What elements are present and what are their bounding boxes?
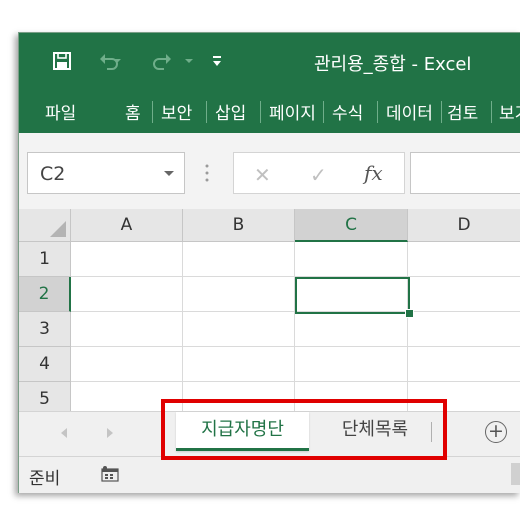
ribbon-separator — [323, 101, 324, 123]
ribbon-separator — [152, 101, 153, 123]
enter-icon[interactable]: ✓ — [310, 163, 327, 187]
cell-b2[interactable] — [183, 277, 295, 312]
add-sheet-icon[interactable]: + — [485, 421, 507, 443]
save-icon[interactable] — [53, 52, 71, 70]
name-box[interactable]: C2 — [27, 152, 185, 194]
column-header-b[interactable]: B — [183, 209, 295, 242]
row-header-4[interactable]: 4 — [19, 347, 71, 382]
row-header-3[interactable]: 3 — [19, 312, 71, 347]
cell-c1[interactable] — [295, 242, 408, 277]
normal-view-icon[interactable] — [511, 463, 520, 485]
tab-view[interactable]: 보기 — [499, 99, 520, 124]
formula-buttons: ✕ ✓ fx — [233, 152, 405, 194]
cell-a4[interactable] — [71, 347, 183, 382]
cell-d1[interactable] — [408, 242, 520, 277]
cell-a3[interactable] — [71, 312, 183, 347]
column-header-d[interactable]: D — [408, 209, 520, 242]
status-bar: 준비 — [19, 456, 520, 493]
drag-handle-icon[interactable] — [205, 163, 209, 183]
undo-dropdown-icon[interactable] — [113, 59, 121, 63]
tab-home[interactable]: 홈 — [125, 99, 141, 124]
cancel-icon[interactable]: ✕ — [254, 163, 271, 187]
cell-c3[interactable] — [295, 312, 408, 347]
fill-handle[interactable] — [405, 309, 414, 318]
redo-icon[interactable] — [152, 51, 172, 71]
tab-insert[interactable]: 삽입 — [215, 99, 246, 124]
sheet-next-icon[interactable] — [107, 428, 113, 438]
cell-b1[interactable] — [183, 242, 295, 277]
cell-d3[interactable] — [408, 312, 520, 347]
tab-page-layout[interactable]: 페이지 — [269, 99, 322, 124]
tab-file[interactable]: 파일 — [45, 99, 76, 124]
select-all-button[interactable] — [19, 209, 71, 242]
active-cell-c2[interactable] — [295, 277, 410, 314]
tab-formulas[interactable]: 수식 — [332, 99, 363, 124]
formula-input[interactable] — [410, 152, 520, 194]
cell-d4[interactable] — [408, 347, 520, 382]
column-header-a[interactable]: A — [71, 209, 183, 242]
tab-security[interactable]: 보안 — [161, 99, 192, 124]
ribbon-separator — [260, 101, 261, 123]
column-header-c[interactable]: C — [295, 209, 408, 242]
ribbon-separator — [377, 101, 378, 123]
tab-data[interactable]: 데이터 — [386, 99, 440, 124]
insert-function-icon[interactable]: fx — [364, 161, 383, 185]
cell-d2[interactable] — [408, 277, 520, 312]
cell-c4[interactable] — [295, 347, 408, 382]
row-header-2[interactable]: 2 — [19, 277, 71, 312]
status-text: 준비 — [29, 469, 61, 489]
sheet-prev-icon[interactable] — [61, 428, 67, 438]
macro-record-icon[interactable] — [101, 466, 119, 482]
cell-a1[interactable] — [71, 242, 183, 277]
cell-b3[interactable] — [183, 312, 295, 347]
ribbon-separator — [206, 101, 207, 123]
ribbon-separator — [491, 101, 492, 123]
select-all-icon — [50, 221, 66, 237]
row-header-1[interactable]: 1 — [19, 242, 71, 277]
window-title: 관리용_종합 - Excel — [314, 54, 472, 75]
sheet-tabs-highlight-box — [161, 399, 447, 460]
cell-a2[interactable] — [71, 277, 183, 312]
name-box-value: C2 — [40, 163, 66, 185]
tab-review[interactable]: 검토 — [447, 99, 478, 124]
formula-bar: C2 ✕ ✓ fx — [19, 133, 520, 209]
ribbon-tabs: 파일 홈 보안 삽입 페이지 수식 데이터 검토 보기 — [19, 89, 520, 133]
ribbon-separator — [441, 101, 442, 123]
cell-b4[interactable] — [183, 347, 295, 382]
redo-dropdown-icon[interactable] — [185, 59, 193, 63]
chevron-down-icon[interactable] — [164, 171, 174, 176]
customize-qat-icon[interactable] — [212, 52, 222, 68]
title-bar: 관리용_종합 - Excel — [19, 33, 520, 89]
